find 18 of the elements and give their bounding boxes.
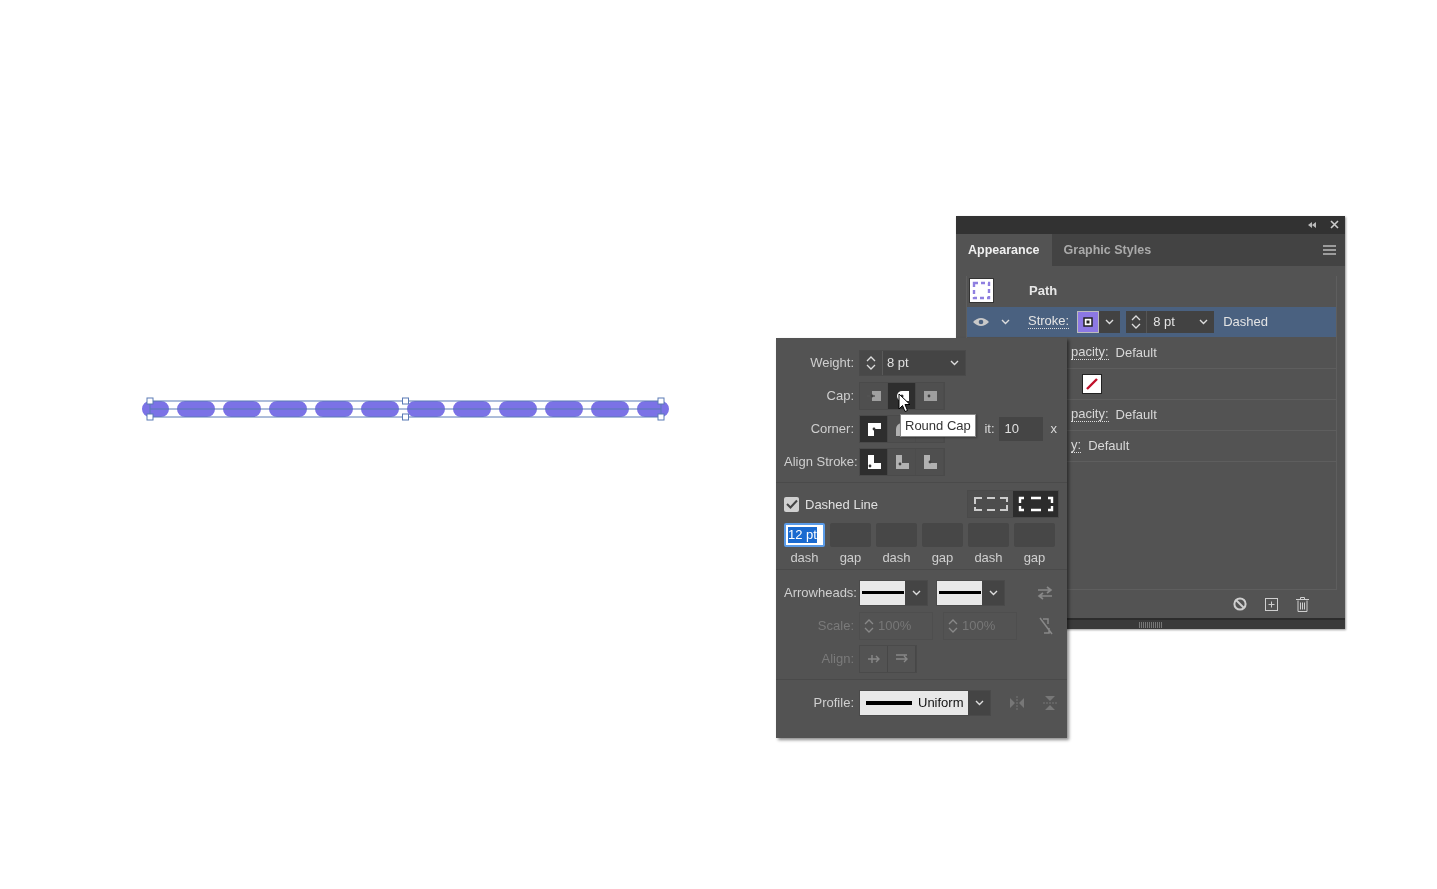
field-caption: dash <box>790 550 819 565</box>
field-label: Cap: <box>825 388 854 403</box>
field-label: Corner: <box>809 421 854 436</box>
field-caption: gap <box>839 550 862 565</box>
property-value: Default <box>1088 438 1130 454</box>
unit-label: x <box>1050 421 1057 436</box>
object-type-label: Path <box>1029 283 1058 299</box>
tooltip: Round Cap <box>900 414 976 437</box>
field-label: Arrowheads: <box>784 585 854 600</box>
property-value: Default <box>1115 407 1157 423</box>
field-label: it: <box>984 421 995 436</box>
field-caption: gap <box>1023 550 1046 565</box>
field-caption: gap <box>931 550 954 565</box>
property-value: Default <box>1115 345 1157 361</box>
field-caption: dash <box>974 550 1003 565</box>
field-label: Profile: <box>812 695 854 710</box>
field-caption: dash <box>882 550 911 565</box>
field-label: Weight: <box>809 355 854 370</box>
